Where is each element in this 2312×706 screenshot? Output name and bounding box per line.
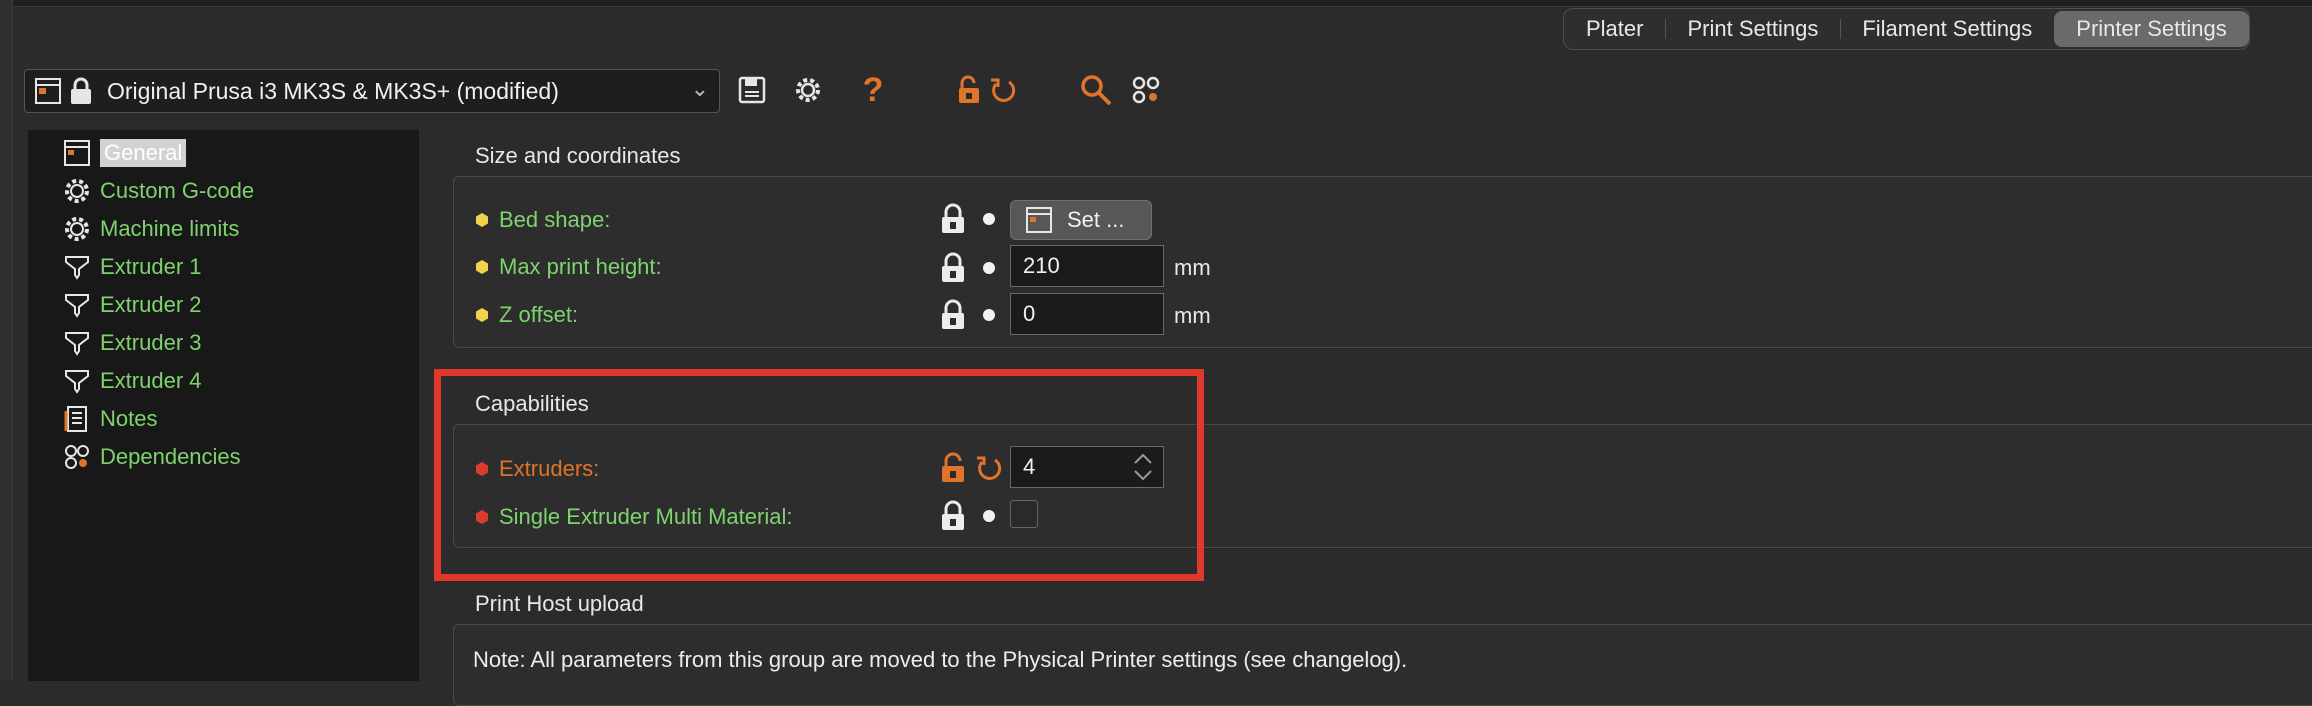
sidebar-item-extruder-3[interactable]: Extruder 3	[62, 325, 202, 361]
set-button-label: Set ...	[1067, 207, 1125, 232]
printer-icon	[1026, 207, 1052, 233]
sidebar-item-machine-limits[interactable]: Machine limits	[62, 211, 239, 247]
group-box-size	[453, 176, 2312, 348]
z-offset-input[interactable]: 0	[1010, 293, 1164, 335]
system-value-dot	[983, 309, 995, 321]
search-icon[interactable]	[1076, 70, 1116, 110]
max-print-height-input[interactable]: 210	[1010, 245, 1164, 287]
dependencies-icon	[62, 442, 92, 472]
window-left-edge	[0, 0, 13, 681]
hex-icon	[476, 308, 488, 322]
tab-printer-settings[interactable]: Printer Settings	[2054, 11, 2249, 47]
notes-icon	[62, 404, 92, 434]
sidebar-item-extruder-2[interactable]: Extruder 2	[62, 287, 202, 323]
system-value-dot	[983, 262, 995, 274]
compare-icon[interactable]	[1126, 70, 1166, 110]
sidebar-item-label: Extruder 4	[100, 368, 202, 393]
host-note: Note: All parameters from this group are…	[473, 647, 1408, 672]
sidebar-item-label: Machine limits	[100, 216, 240, 241]
main-tabs: Plater Print Settings Filament Settings …	[1563, 8, 2250, 50]
sidebar-item-custom-gcode[interactable]: Custom G-code	[62, 173, 254, 209]
sidebar-item-label: Notes	[100, 406, 158, 431]
extruder-icon	[62, 328, 92, 358]
option-max-print-height: Max print height:	[475, 247, 662, 287]
highlight-rectangle	[434, 369, 1204, 581]
sidebar-item-label: Dependencies	[100, 444, 241, 469]
tab-print-settings[interactable]: Print Settings	[1665, 11, 1840, 47]
printer-icon	[35, 78, 61, 104]
undo-icon[interactable]	[982, 70, 1022, 110]
group-title-host: Print Host upload	[475, 591, 644, 616]
window-top-edge	[0, 0, 2312, 7]
sidebar-item-label: Custom G-code	[100, 178, 255, 203]
extruder-icon	[62, 252, 92, 282]
unit-label: mm	[1174, 303, 1211, 328]
hex-icon	[476, 213, 488, 227]
cog-icon[interactable]	[788, 70, 828, 110]
sidebar-item-extruder-4[interactable]: Extruder 4	[62, 363, 202, 399]
settings-tree: General Custom G-code Machine limits Ext…	[28, 130, 419, 681]
lock-icon	[71, 77, 91, 104]
sidebar-item-notes[interactable]: Notes	[62, 401, 157, 437]
hex-icon	[476, 260, 488, 274]
unit-label: mm	[1174, 255, 1211, 280]
sidebar-item-label: Extruder 2	[100, 292, 202, 317]
sidebar-item-extruder-1[interactable]: Extruder 1	[62, 249, 202, 285]
help-icon[interactable]: ?	[853, 70, 893, 110]
set-bed-shape-button[interactable]: Set ...	[1010, 200, 1152, 240]
sidebar-item-label: Extruder 3	[100, 330, 202, 355]
cog-icon	[62, 176, 92, 206]
printer-icon	[62, 138, 92, 168]
lock-icon[interactable]	[939, 299, 967, 331]
extruder-icon	[62, 290, 92, 320]
option-label: Bed shape:	[499, 207, 611, 232]
lock-icon[interactable]	[939, 252, 967, 284]
lock-icon[interactable]	[939, 203, 967, 235]
sidebar-item-dependencies[interactable]: Dependencies	[62, 439, 241, 475]
preset-value: Original Prusa i3 MK3S & MK3S+ (modified…	[107, 78, 559, 104]
option-z-offset: Z offset:	[475, 295, 578, 335]
cog-icon	[62, 214, 92, 244]
sidebar-item-label: General	[100, 139, 187, 167]
printer-preset-select[interactable]: Original Prusa i3 MK3S & MK3S+ (modified…	[24, 69, 720, 113]
extruder-icon	[62, 366, 92, 396]
tab-plater[interactable]: Plater	[1564, 11, 1665, 47]
group-title-size: Size and coordinates	[475, 143, 681, 168]
chevron-down-icon: ⌄	[690, 76, 709, 101]
option-label: Max print height:	[499, 254, 662, 279]
sidebar-item-general[interactable]: General	[62, 135, 187, 171]
sidebar-item-label: Extruder 1	[100, 254, 202, 279]
tab-filament-settings[interactable]: Filament Settings	[1840, 11, 2054, 47]
option-bed-shape: Bed shape:	[475, 200, 610, 240]
save-icon[interactable]	[732, 70, 772, 110]
option-label: Z offset:	[499, 302, 579, 327]
system-value-dot	[983, 213, 995, 225]
